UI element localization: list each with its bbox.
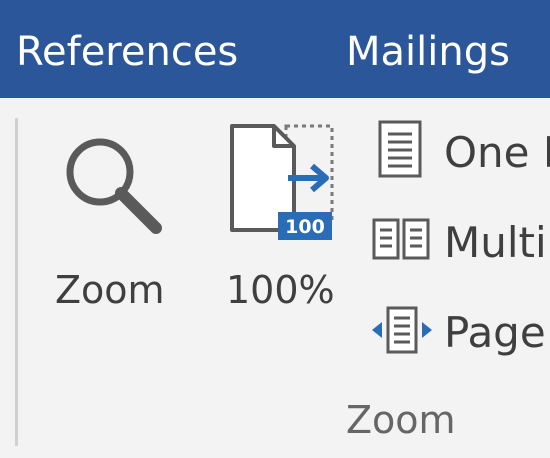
zoom-button-label: Zoom [55,268,165,312]
one-page-label: One P [444,128,550,177]
ribbon-tab-bar: References Mailings [0,0,550,98]
zoom-button[interactable]: Zoom [48,126,188,322]
one-page-button[interactable]: One P [366,120,550,180]
tab-references[interactable]: References [16,28,238,76]
page-width-label: Page [444,308,546,357]
magnifier-icon [60,132,164,240]
zoom-group-label: Zoom [346,398,456,442]
multiple-pages-button[interactable]: Multi [366,210,550,270]
tab-mailings[interactable]: Mailings [346,28,510,76]
group-separator [15,118,18,446]
multiple-pages-label: Multi [444,218,547,267]
zoom-100-button[interactable]: 100 100% [222,122,342,322]
one-page-icon [370,120,430,184]
page-width-button[interactable]: Page [366,300,550,360]
multiple-pages-icon [370,210,434,274]
zoom-100-label: 100% [226,268,335,312]
hundred-badge-text: 100 [285,216,325,238]
page-width-icon [370,300,434,364]
page-100-icon: 100 [228,122,338,250]
